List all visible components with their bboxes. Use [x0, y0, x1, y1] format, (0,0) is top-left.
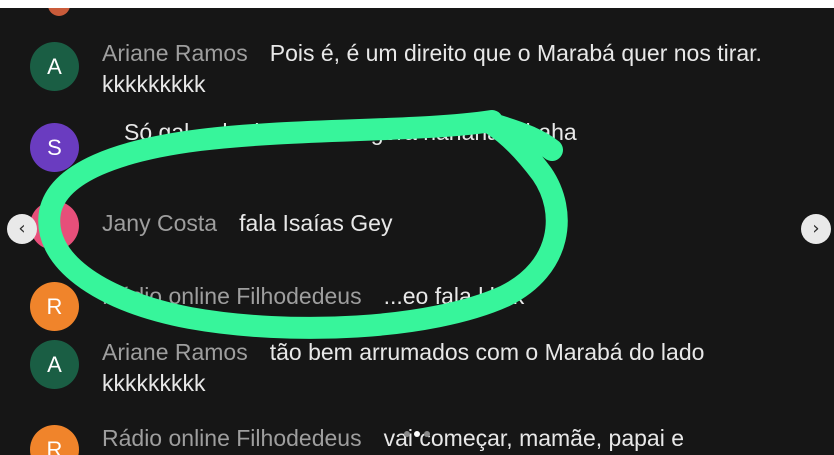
message-body: Ariane Ramos tão bem arrumados com o Mara…: [102, 337, 807, 399]
live-chat-panel: A Ariane Ramos Pois é, é um direito que o…: [0, 8, 834, 455]
avatar: R: [30, 282, 79, 331]
message-text: Só gal... dar boa tarde agora hahahahaha…: [124, 119, 577, 145]
avatar: S: [30, 123, 79, 172]
carousel-next-button[interactable]: ›: [801, 214, 831, 244]
message-body: Jany Costa fala Isaías Gey: [102, 208, 807, 239]
author-name: Rádio online Filhodedeus: [102, 283, 362, 309]
page-dot-active[interactable]: [414, 431, 420, 437]
author-name: Ariane Ramos: [102, 339, 248, 365]
carousel-prev-button[interactable]: ‹: [7, 214, 37, 244]
page-dot[interactable]: [404, 431, 410, 437]
message-body: Ariane Ramos Pois é, é um direito que o M…: [102, 38, 807, 100]
avatar: R: [30, 425, 79, 455]
screenshot-post: A Ariane Ramos Pois é, é um direito que o…: [0, 0, 834, 455]
chevron-right-icon: ›: [812, 218, 820, 239]
chevron-left-icon: ‹: [18, 218, 26, 239]
message-body: Rádio online Filhodedeus ...eo fala kkkk: [102, 281, 807, 312]
message-text: fala Isaías Gey: [239, 210, 393, 236]
author-name: Jany Costa: [102, 210, 218, 236]
avatar: J: [30, 201, 79, 250]
message-text: ...eo fala kkkk: [383, 283, 525, 309]
message-body: Rádio online Filhodedeus vai começar, mam…: [102, 423, 807, 454]
message-body: Só gal... dar boa tarde agora hahahahaha…: [102, 117, 807, 148]
author-name: Ariane Ramos: [102, 40, 248, 66]
avatar-partial: [48, 8, 70, 16]
author-name: Rádio online Filhodedeus: [102, 425, 362, 451]
avatar: A: [30, 340, 79, 389]
carousel-page-indicator: [404, 424, 434, 437]
page-dot[interactable]: [424, 431, 430, 437]
avatar: A: [30, 42, 79, 91]
